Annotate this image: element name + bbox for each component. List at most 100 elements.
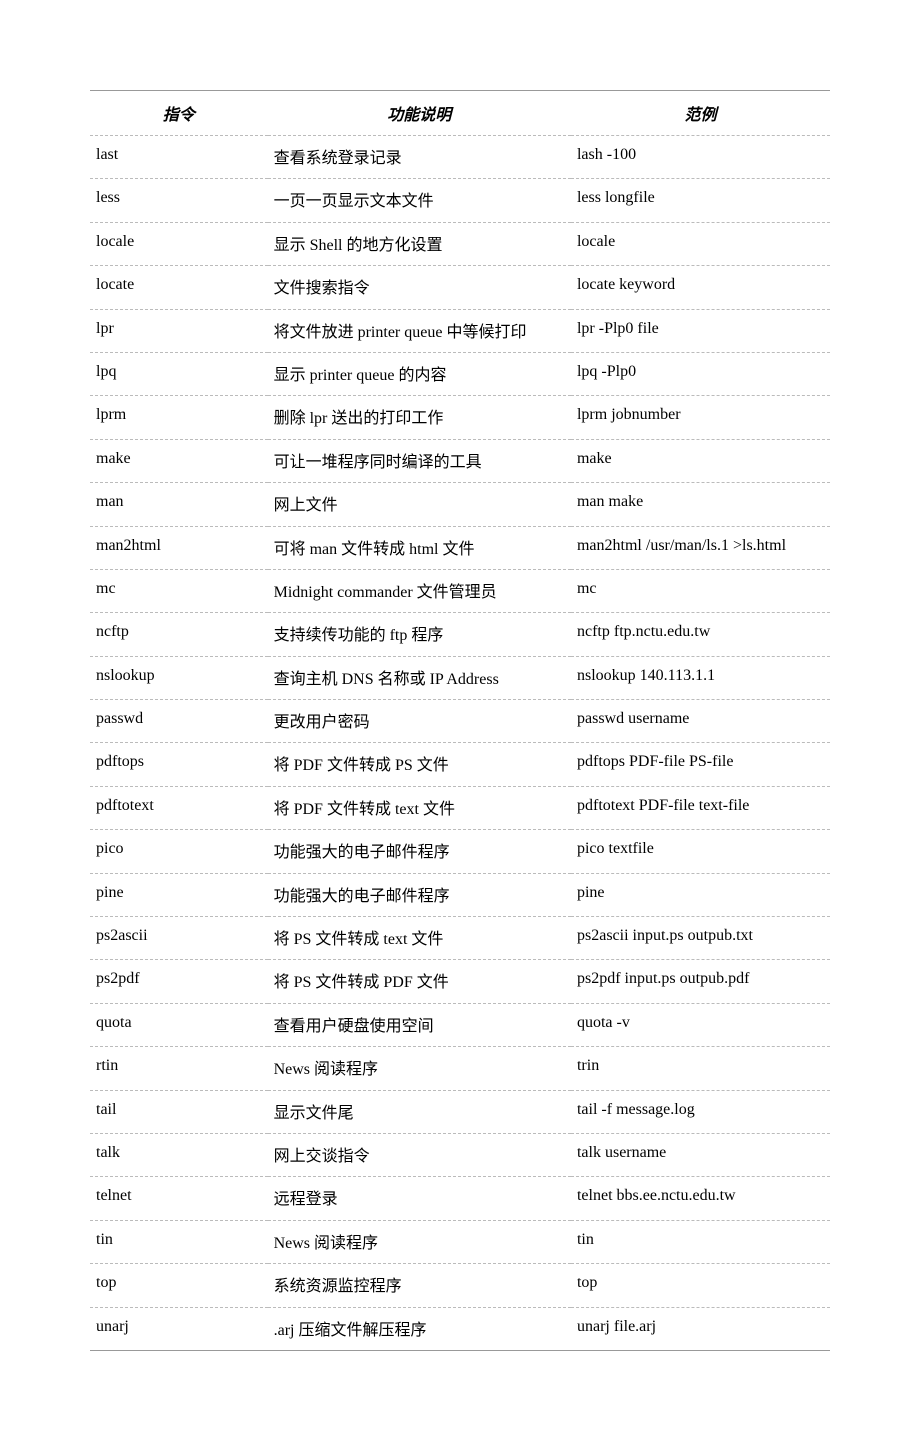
table-row: man2html可将 man 文件转成 html 文件man2html /usr… [90, 526, 830, 569]
table-row: mcMidnight commander 文件管理员mc [90, 569, 830, 612]
cell-command: tin [90, 1220, 268, 1263]
table-row: telnet远程登录telnet bbs.ee.nctu.edu.tw [90, 1177, 830, 1220]
table-row: locate文件搜索指令locate keyword [90, 266, 830, 309]
cell-description: 显示 printer queue 的内容 [268, 352, 571, 395]
cell-command: lprm [90, 396, 268, 439]
cell-command: ps2ascii [90, 917, 268, 960]
cell-description: .arj 压缩文件解压程序 [268, 1307, 571, 1350]
cell-description: 显示文件尾 [268, 1090, 571, 1133]
cell-example: top [571, 1264, 830, 1307]
cell-description: 将文件放进 printer queue 中等候打印 [268, 309, 571, 352]
table-row: nslookup查询主机 DNS 名称或 IP Addressnslookup … [90, 656, 830, 699]
header-description: 功能说明 [268, 91, 571, 136]
cell-example: lpr -Plp0 file [571, 309, 830, 352]
table-row: tinNews 阅读程序tin [90, 1220, 830, 1263]
cell-example: lpq -Plp0 [571, 352, 830, 395]
cell-command: locale [90, 222, 268, 265]
cell-command: lpr [90, 309, 268, 352]
cell-description: Midnight commander 文件管理员 [268, 569, 571, 612]
table-header-row: 指令 功能说明 范例 [90, 91, 830, 136]
cell-example: locale [571, 222, 830, 265]
table-row: ncftp支持续传功能的 ftp 程序ncftp ftp.nctu.edu.tw [90, 613, 830, 656]
cell-command: last [90, 136, 268, 179]
cell-description: News 阅读程序 [268, 1047, 571, 1090]
cell-command: ps2pdf [90, 960, 268, 1003]
cell-command: pico [90, 830, 268, 873]
cell-command: rtin [90, 1047, 268, 1090]
cell-description: 更改用户密码 [268, 700, 571, 743]
cell-example: man make [571, 483, 830, 526]
cell-command: quota [90, 1003, 268, 1046]
table-row: lpq显示 printer queue 的内容lpq -Plp0 [90, 352, 830, 395]
cell-description: 将 PDF 文件转成 text 文件 [268, 786, 571, 829]
cell-example: pine [571, 873, 830, 916]
cell-example: quota -v [571, 1003, 830, 1046]
table-row: rtinNews 阅读程序trin [90, 1047, 830, 1090]
table-row: pdftops将 PDF 文件转成 PS 文件pdftops PDF-file … [90, 743, 830, 786]
table-row: lprm删除 lpr 送出的打印工作lprm jobnumber [90, 396, 830, 439]
cell-example: telnet bbs.ee.nctu.edu.tw [571, 1177, 830, 1220]
cell-command: pdftops [90, 743, 268, 786]
cell-command: tail [90, 1090, 268, 1133]
cell-description: 文件搜索指令 [268, 266, 571, 309]
table-row: last查看系统登录记录lash -100 [90, 136, 830, 179]
cell-description: 查看用户硬盘使用空间 [268, 1003, 571, 1046]
cell-example: tail -f message.log [571, 1090, 830, 1133]
cell-description: 功能强大的电子邮件程序 [268, 830, 571, 873]
cell-description: 一页一页显示文本文件 [268, 179, 571, 222]
cell-description: 将 PS 文件转成 text 文件 [268, 917, 571, 960]
cell-command: locate [90, 266, 268, 309]
cell-description: 网上文件 [268, 483, 571, 526]
header-example: 范例 [571, 91, 830, 136]
table-row: make可让一堆程序同时编译的工具make [90, 439, 830, 482]
cell-description: 查看系统登录记录 [268, 136, 571, 179]
cell-example: mc [571, 569, 830, 612]
table-row: man网上文件man make [90, 483, 830, 526]
table-row: ps2ascii将 PS 文件转成 text 文件ps2ascii input.… [90, 917, 830, 960]
cell-description: 显示 Shell 的地方化设置 [268, 222, 571, 265]
cell-example: locate keyword [571, 266, 830, 309]
cell-description: 系统资源监控程序 [268, 1264, 571, 1307]
table-row: unarj.arj 压缩文件解压程序unarj file.arj [90, 1307, 830, 1350]
cell-command: passwd [90, 700, 268, 743]
cell-example: tin [571, 1220, 830, 1263]
cell-description: 查询主机 DNS 名称或 IP Address [268, 656, 571, 699]
cell-command: man [90, 483, 268, 526]
table-row: locale显示 Shell 的地方化设置locale [90, 222, 830, 265]
command-reference-table: 指令 功能说明 范例 last查看系统登录记录lash -100less一页一页… [90, 90, 830, 1351]
cell-example: nslookup 140.113.1.1 [571, 656, 830, 699]
cell-command: top [90, 1264, 268, 1307]
cell-command: man2html [90, 526, 268, 569]
cell-command: make [90, 439, 268, 482]
cell-example: pdftops PDF-file PS-file [571, 743, 830, 786]
cell-description: 网上交谈指令 [268, 1133, 571, 1176]
cell-command: nslookup [90, 656, 268, 699]
cell-description: 将 PDF 文件转成 PS 文件 [268, 743, 571, 786]
cell-description: 删除 lpr 送出的打印工作 [268, 396, 571, 439]
cell-example: pdftotext PDF-file text-file [571, 786, 830, 829]
table-row: pine功能强大的电子邮件程序pine [90, 873, 830, 916]
cell-command: telnet [90, 1177, 268, 1220]
cell-command: unarj [90, 1307, 268, 1350]
cell-example: ncftp ftp.nctu.edu.tw [571, 613, 830, 656]
table-row: pdftotext将 PDF 文件转成 text 文件pdftotext PDF… [90, 786, 830, 829]
table-row: passwd更改用户密码passwd username [90, 700, 830, 743]
cell-description: 支持续传功能的 ftp 程序 [268, 613, 571, 656]
cell-description: 功能强大的电子邮件程序 [268, 873, 571, 916]
table-row: less一页一页显示文本文件less longfile [90, 179, 830, 222]
cell-example: ps2ascii input.ps outpub.txt [571, 917, 830, 960]
cell-example: pico textfile [571, 830, 830, 873]
cell-example: ps2pdf input.ps outpub.pdf [571, 960, 830, 1003]
cell-command: pine [90, 873, 268, 916]
table-row: pico功能强大的电子邮件程序pico textfile [90, 830, 830, 873]
cell-example: lprm jobnumber [571, 396, 830, 439]
cell-command: pdftotext [90, 786, 268, 829]
table-row: tail显示文件尾tail -f message.log [90, 1090, 830, 1133]
cell-description: 远程登录 [268, 1177, 571, 1220]
table-row: lpr将文件放进 printer queue 中等候打印lpr -Plp0 fi… [90, 309, 830, 352]
table-row: quota查看用户硬盘使用空间quota -v [90, 1003, 830, 1046]
cell-example: man2html /usr/man/ls.1 >ls.html [571, 526, 830, 569]
cell-example: lash -100 [571, 136, 830, 179]
cell-command: lpq [90, 352, 268, 395]
cell-command: less [90, 179, 268, 222]
